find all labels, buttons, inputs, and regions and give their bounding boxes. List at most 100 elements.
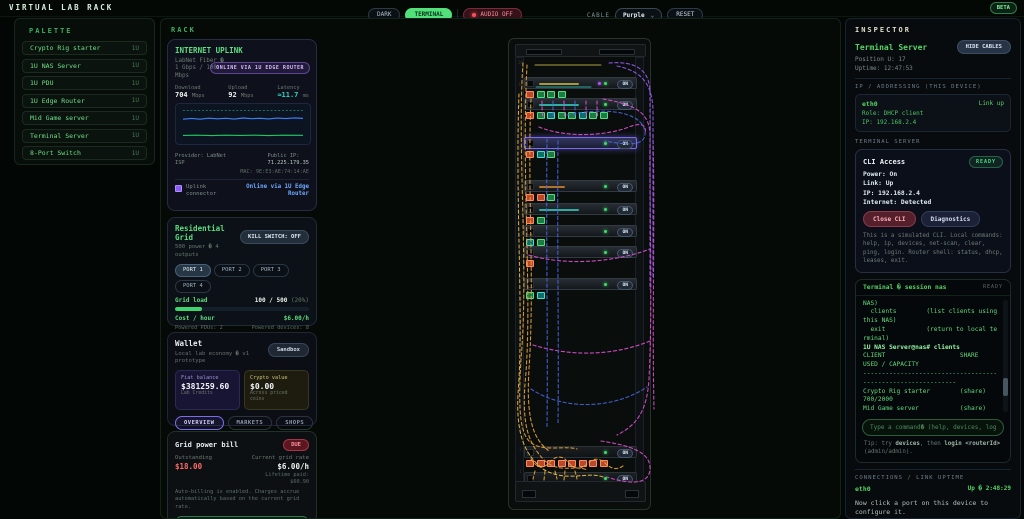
power-button[interactable]: ON [617,206,633,215]
power-button[interactable]: ON [617,228,633,237]
terminal-scrollbar-thumb[interactable] [1003,378,1008,396]
port-orange[interactable] [600,460,608,467]
grid-port-button-2[interactable]: PORT 2 [214,264,250,277]
grid-port-button-3[interactable]: PORT 3 [253,264,289,277]
bill-title: Grid power bill [175,441,238,449]
palette-item[interactable]: Crypto Rig starter1U [22,41,147,55]
port-green[interactable] [547,151,555,158]
powered-devices: Powered devices: 8 [252,325,309,331]
power-button[interactable]: ON [617,140,633,149]
port-orange[interactable] [537,460,545,467]
port-green[interactable] [526,292,534,299]
power-button[interactable]: ON [617,183,633,192]
port-orange[interactable] [568,460,576,467]
power-button[interactable]: ON [617,449,633,458]
port-orange[interactable] [589,460,597,467]
port-teal[interactable] [547,112,555,119]
rack-unit-server[interactable]: ON [524,278,637,290]
rack-unit-server[interactable]: ON [524,225,637,237]
power-button[interactable]: ON [617,80,633,89]
pay-bill-button[interactable]: PAY BILL [175,516,309,519]
power-button[interactable]: ON [617,249,633,258]
power-button[interactable]: ON [617,281,633,290]
diagnostics-button[interactable]: Diagnostics [921,211,981,227]
terminal-scrollbar[interactable] [1003,300,1008,412]
palette-item-size: 1U [132,97,139,104]
terminal-line: exit (return to local terminal) [863,326,1000,344]
palette-item-size: 1U [132,132,139,139]
crypto-label: Crypto value [250,375,303,381]
led-dot [604,82,607,85]
rack-units: ONONONONONONONONONON [509,57,652,482]
rack-bottom-cap [515,481,646,502]
port-teal[interactable] [526,239,534,246]
close-cli-button[interactable]: Close CLI [863,211,916,227]
grid-subtitle: 500 power � 4 outputs [175,244,245,259]
palette-item-size: 1U [132,45,139,52]
wallet-tab-shops[interactable]: SHOPS [276,416,313,430]
port-teal[interactable] [537,151,545,158]
port-orange[interactable] [526,112,534,119]
palette-item[interactable]: 1U NAS Server1U [22,59,147,73]
app-title: VIRTUAL LAB RACK [9,3,113,12]
terminal-command-input[interactable] [862,419,1004,436]
wallet-tab-overview[interactable]: OVERVIEW [175,416,224,430]
grid-port-buttons: PORT 1PORT 2PORT 3 PORT 4 [175,264,295,293]
palette-item[interactable]: 8-Port Switch1U [22,146,147,160]
rack-unit-server[interactable]: ON [524,246,637,258]
uplink-connector[interactable]: Uplink connector [175,184,230,199]
port-teal[interactable] [537,292,545,299]
port-orange[interactable] [526,194,534,201]
port-green[interactable] [537,239,545,246]
grid-port-button-1[interactable]: PORT 1 [175,264,211,277]
port-green[interactable] [568,112,576,119]
port-green[interactable] [537,217,545,224]
hide-cables-button[interactable]: HIDE CABLES [957,40,1011,54]
port-orange[interactable] [526,91,534,98]
port-green[interactable] [600,112,608,119]
port-orange[interactable] [558,460,566,467]
rack-unit-server[interactable]: ON [524,98,637,110]
terminal-card: Terminal � session nas READY NAS) client… [855,279,1011,463]
palette-item[interactable]: 1U PDU1U [22,76,147,90]
unit-ports [526,460,608,467]
port-orange[interactable] [526,260,534,267]
powered-pdus: Powered PDUs: 2 [175,325,223,331]
rack-unit-pdu[interactable]: ON [524,446,637,458]
unit-stripe [539,186,565,188]
port-green[interactable] [547,194,555,201]
palette-item[interactable]: Terminal Server1U [22,129,147,143]
grid-port-button-4[interactable]: PORT 4 [175,280,211,293]
port-green[interactable] [589,112,597,119]
rack-unit-selected[interactable]: ON [524,137,637,149]
sandbox-badge[interactable]: Sandbox [268,343,309,357]
unit-handle [527,228,534,235]
terminal-line: USED / CAPACITY [863,361,1000,370]
led-dot [604,185,607,188]
rack-unit-server[interactable]: ON [524,180,637,192]
port-orange[interactable] [526,217,534,224]
port-orange[interactable] [537,194,545,201]
port-green[interactable] [558,91,566,98]
link-up-status[interactable]: Link up [979,100,1004,108]
port-orange[interactable] [526,151,534,158]
port-green[interactable] [537,112,545,119]
palette-item[interactable]: Mid Game server1U [22,111,147,125]
rack-unit-server[interactable]: ON [524,77,637,89]
port-orange[interactable] [579,460,587,467]
palette-item[interactable]: 1U Edge Router1U [22,94,147,108]
power-button[interactable]: ON [617,101,633,110]
fiat-value: $381259.60 [181,382,234,391]
wallet-tab-markets[interactable]: MARKETS [228,416,273,430]
port-orange[interactable] [526,460,534,467]
terminal-output[interactable]: NAS) clients (list clients using this NA… [856,296,1010,414]
rack-unit-server[interactable]: ON [524,203,637,215]
unit-leds [604,477,607,480]
port-green[interactable] [547,91,555,98]
port-teal[interactable] [579,112,587,119]
kill-switch-button[interactable]: KILL SWITCH: OFF [240,230,309,244]
port-green[interactable] [558,112,566,119]
unit-ports [526,91,566,98]
port-orange[interactable] [547,460,555,467]
port-green[interactable] [537,91,545,98]
